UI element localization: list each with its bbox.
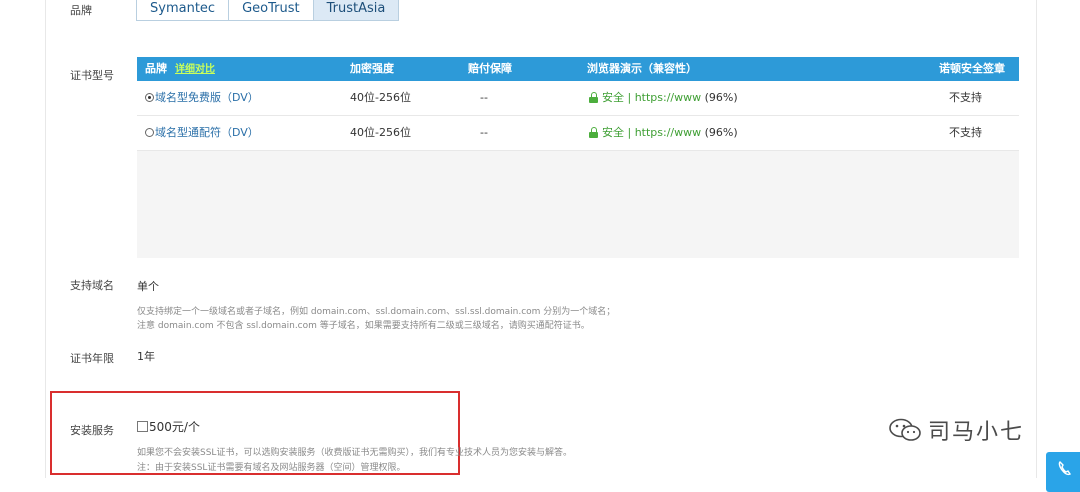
install-label: 安装服务 bbox=[70, 424, 114, 437]
phone-contact-button[interactable] bbox=[1046, 452, 1080, 492]
years-label: 证书年限 bbox=[70, 352, 114, 365]
seal-value: 不支持 bbox=[949, 126, 982, 139]
secure-text: 安全 | https://www bbox=[602, 91, 702, 104]
brand-tab-trustasia[interactable]: TrustAsia bbox=[312, 0, 400, 21]
encryption-value: 40位-256位 bbox=[350, 91, 411, 104]
years-value: 1年 bbox=[137, 350, 155, 363]
table-row[interactable]: 域名型免费版（DV） 40位-256位 -- 安全 | https://www … bbox=[137, 81, 1019, 116]
header-brand: 品牌 详细对比 bbox=[145, 62, 215, 75]
brand-tab-geotrust[interactable]: GeoTrust bbox=[228, 0, 314, 21]
compat-percent: (96%) bbox=[704, 91, 738, 104]
install-note-1: 如果您不会安装SSL证书，可以选购安装服务（收费版证书无需购买），我们有专业技术… bbox=[137, 448, 572, 458]
detail-compare-link[interactable]: 详细对比 bbox=[175, 64, 215, 75]
seal-value: 不支持 bbox=[949, 91, 982, 104]
cert-model-table: 品牌 详细对比 加密强度 赔付保障 浏览器演示（兼容性） 诺顿安全签章 域名型免费… bbox=[137, 57, 1019, 258]
row-name-cell[interactable]: 域名型免费版（DV） bbox=[145, 81, 259, 115]
compat-percent: (96%) bbox=[704, 126, 738, 139]
compensation-value: -- bbox=[480, 91, 488, 104]
watermark-text: 司马小七 bbox=[928, 420, 1025, 445]
product-name: 域名型免费版（DV） bbox=[155, 91, 259, 104]
install-checkbox[interactable] bbox=[137, 421, 148, 432]
domains-value: 单个 bbox=[137, 280, 159, 293]
header-compensation: 赔付保障 bbox=[468, 62, 512, 75]
brand-label: 品牌 bbox=[70, 4, 92, 17]
domains-note-1: 仅支持绑定一个一级域名或者子域名，例如 domain.com、ssl.domai… bbox=[137, 307, 616, 317]
install-option[interactable]: 500元/个 bbox=[137, 418, 200, 435]
radio-button[interactable] bbox=[145, 127, 154, 137]
table-row[interactable]: 域名型通配符（DV） 40位-256位 -- 安全 | https://www … bbox=[137, 116, 1019, 151]
domains-note-2: 注意 domain.com 不包含 ssl.domain.com 等子域名，如果… bbox=[137, 321, 590, 331]
radio-button-selected[interactable] bbox=[145, 92, 154, 102]
cert-model-label: 证书型号 bbox=[70, 69, 114, 82]
wechat-icon bbox=[889, 418, 921, 441]
row-name-cell[interactable]: 域名型通配符（DV） bbox=[145, 116, 259, 150]
product-name: 域名型通配符（DV） bbox=[155, 126, 259, 139]
lock-icon bbox=[589, 91, 598, 103]
install-note-2: 注：由于安装SSL证书需要有域名及网站服务器（空间）管理权限。 bbox=[137, 463, 406, 473]
table-header: 品牌 详细对比 加密强度 赔付保障 浏览器演示（兼容性） 诺顿安全签章 bbox=[137, 57, 1019, 81]
brand-tabs: Symantec GeoTrust TrustAsia bbox=[136, 0, 400, 21]
watermark: 司马小七 bbox=[888, 414, 1024, 446]
browser-demo-cell: 安全 | https://www (96%) bbox=[589, 116, 738, 150]
browser-demo-cell: 安全 | https://www (96%) bbox=[589, 81, 738, 115]
header-encryption: 加密强度 bbox=[350, 62, 394, 75]
header-browser: 浏览器演示（兼容性） bbox=[587, 62, 697, 75]
secure-text: 安全 | https://www bbox=[602, 126, 702, 139]
header-seal: 诺顿安全签章 bbox=[939, 62, 1005, 75]
encryption-value: 40位-256位 bbox=[350, 126, 411, 139]
domains-label: 支持域名 bbox=[70, 279, 114, 292]
lock-icon bbox=[589, 126, 598, 138]
compensation-value: -- bbox=[480, 126, 488, 139]
phone-icon bbox=[1058, 461, 1072, 476]
brand-tab-symantec[interactable]: Symantec bbox=[136, 0, 230, 21]
install-price: 500元/个 bbox=[149, 420, 200, 434]
